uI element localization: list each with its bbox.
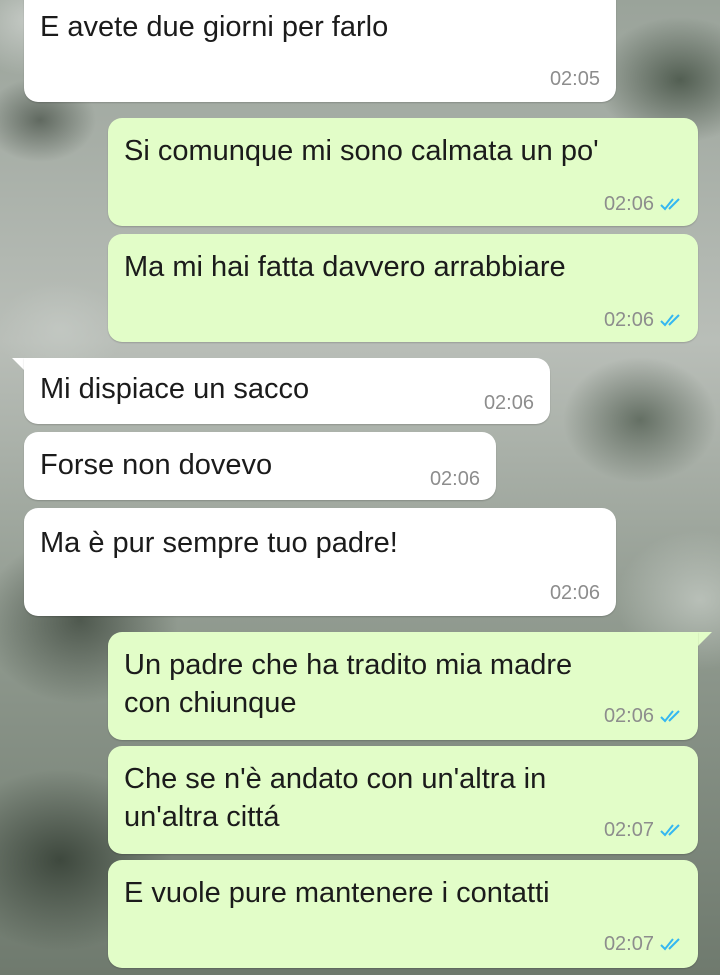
message-text: Ma mi hai fatta davvero arrabbiare [124,251,566,283]
message-text: E vuole pure mantenere i contatti [124,877,550,909]
message-text: Un padre che ha tradito mia madre con ch… [124,649,573,719]
read-double-check-icon [660,824,680,837]
message-meta: 02:06 [604,193,684,215]
message-text: Si comunque mi sono calmata un po' [124,135,599,167]
message-bubble-incoming[interactable]: Ma è pur sempre tuo padre! 02:06 [24,508,616,616]
message-meta: 02:07 [604,819,684,841]
message-time: 02:06 [549,582,600,604]
message-text: Che se n'è andato con un'altra in un'alt… [124,763,547,833]
message-meta: 02:06 [430,468,480,490]
message-meta: 02:06 [604,309,684,331]
read-double-check-icon [660,314,680,327]
message-time: 02:06 [603,705,654,727]
chat-conversation[interactable]: E avete due giorni per farlo 02:05 Si co… [0,0,720,975]
message-meta: 02:07 [604,933,684,955]
message-bubble-incoming[interactable]: Forse non dovevo 02:06 [24,432,496,500]
message-time: 02:06 [603,193,654,215]
message-meta: 02:06 [484,392,534,414]
message-bubble-outgoing[interactable]: Un padre che ha tradito mia madre con ch… [108,632,698,740]
message-time: 02:05 [549,68,600,90]
message-meta: 02:06 [550,582,600,604]
message-time: 02:06 [483,392,534,414]
message-bubble-incoming[interactable]: Mi dispiace un sacco 02:06 [24,358,550,424]
message-time: 02:06 [429,468,480,490]
bubble-tail [698,632,712,646]
read-double-check-icon [660,198,680,211]
message-text: Mi dispiace un sacco [40,373,310,405]
message-text: Forse non dovevo [40,449,273,481]
message-bubble-outgoing[interactable]: Si comunque mi sono calmata un po' 02:06 [108,118,698,226]
message-time: 02:07 [603,933,654,955]
message-bubble-outgoing[interactable]: E vuole pure mantenere i contatti 02:07 [108,860,698,968]
message-time: 02:06 [603,309,654,331]
read-double-check-icon [660,938,680,951]
message-bubble-incoming[interactable]: E avete due giorni per farlo 02:05 [24,0,616,102]
message-meta: 02:05 [550,68,600,90]
read-double-check-icon [660,710,680,723]
message-time: 02:07 [603,819,654,841]
message-bubble-outgoing[interactable]: Che se n'è andato con un'altra in un'alt… [108,746,698,854]
message-text: Ma è pur sempre tuo padre! [40,527,398,559]
message-bubble-outgoing[interactable]: Ma mi hai fatta davvero arrabbiare 02:06 [108,234,698,342]
message-meta: 02:06 [604,705,684,727]
message-text: E avete due giorni per farlo [40,11,389,43]
